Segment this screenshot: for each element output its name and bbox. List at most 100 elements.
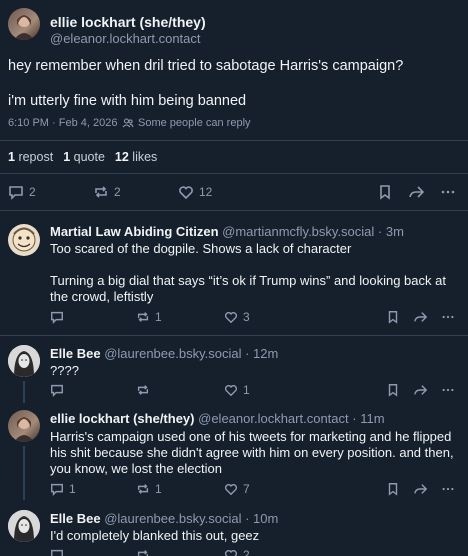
reply-3-line: you know, we lost the election xyxy=(50,461,222,476)
reply-setting: Some people can reply xyxy=(122,117,251,129)
main-display-name[interactable]: ellie lockhart (she/they) xyxy=(50,14,206,30)
reply-2-display-name[interactable]: Elle Bee xyxy=(50,346,101,361)
main-like-count: 12 xyxy=(199,185,213,199)
reply-1-line: Too scared of the dogpile. Shows a lack … xyxy=(50,241,352,256)
reply-2-like-count: 1 xyxy=(243,383,250,397)
reply-4-repost-button[interactable] xyxy=(136,548,155,556)
like-icon xyxy=(224,312,238,324)
reply-4-header: Elle Bee @laurenbee.bsky.social · 10m xyxy=(50,511,278,526)
reply-1-reply-button[interactable] xyxy=(50,310,69,324)
more-icon xyxy=(442,388,454,392)
reply-3-text: Harris's campaign used one of his tweets… xyxy=(50,429,462,477)
reposts-label: repost xyxy=(18,150,54,164)
reply-icon xyxy=(51,483,63,496)
likes-count: 12 xyxy=(114,150,129,164)
reply-4-handle[interactable]: @laurenbee.bsky.social xyxy=(104,511,241,526)
reply-3-avatar[interactable] xyxy=(8,410,40,442)
reply-3-repost-button[interactable]: 1 xyxy=(136,482,162,496)
reply-2-like-button[interactable]: 1 xyxy=(224,383,250,397)
reply-1-header: Martial Law Abiding Citizen @martianmcfl… xyxy=(50,224,404,239)
reply-4-avatar[interactable] xyxy=(8,510,40,542)
more-icon xyxy=(441,190,455,194)
repost-icon xyxy=(95,186,107,198)
more-icon xyxy=(442,315,454,319)
reply-4-like-button[interactable]: 2 xyxy=(224,548,250,556)
repost-icon xyxy=(137,385,149,395)
reply-2-avatar[interactable] xyxy=(8,345,40,377)
main-post-text-1: hey remember when dril tried to sabotage… xyxy=(8,58,404,74)
reply-1-display-name[interactable]: Martial Law Abiding Citizen xyxy=(50,224,219,239)
reply-1-more-button[interactable] xyxy=(441,310,455,324)
reply-3-bookmark-button[interactable] xyxy=(386,482,400,496)
bookmark-icon xyxy=(388,483,398,496)
reply-3-like-button[interactable]: 7 xyxy=(224,482,250,496)
reply-1-bookmark-button[interactable] xyxy=(386,310,400,324)
reply-2-header: Elle Bee @laurenbee.bsky.social · 12m xyxy=(50,346,278,361)
reply-2-share-button[interactable] xyxy=(413,383,428,397)
reply-icon xyxy=(51,311,63,324)
reply-3-handle[interactable]: @eleanor.lockhart.contact xyxy=(198,411,349,426)
divider-main-bottom xyxy=(0,210,468,211)
reply-2-handle[interactable]: @laurenbee.bsky.social xyxy=(104,346,241,361)
like-icon xyxy=(224,385,238,397)
reply-icon xyxy=(9,186,23,200)
reply-3-display-name[interactable]: ellie lockhart (she/they) xyxy=(50,411,195,426)
reply-1-time[interactable]: · 3m xyxy=(378,224,404,239)
divider-reply-1 xyxy=(0,335,468,336)
stats-row: 1 repost 1 quote 12 likes xyxy=(8,150,157,164)
share-icon xyxy=(409,186,425,198)
reply-2-repost-button[interactable] xyxy=(136,383,155,397)
reply-2-more-button[interactable] xyxy=(441,383,455,397)
reply-1-share-button[interactable] xyxy=(413,310,428,324)
reply-1-like-count: 3 xyxy=(243,310,250,324)
share-icon xyxy=(414,312,428,322)
reply-icon xyxy=(51,549,63,556)
reply-4-time[interactable]: · 10m xyxy=(245,511,278,526)
reply-1-avatar[interactable] xyxy=(8,224,40,256)
reply-3-reply-button[interactable]: 1 xyxy=(50,482,76,496)
main-repost-button[interactable]: 2 xyxy=(93,184,121,200)
main-repost-count: 2 xyxy=(114,185,121,199)
main-share-button[interactable] xyxy=(408,184,425,200)
reply-3-reply-count: 1 xyxy=(69,482,76,496)
reply-3-time[interactable]: · 11m xyxy=(352,411,384,426)
main-like-button[interactable]: 12 xyxy=(178,184,212,200)
like-icon xyxy=(224,484,238,496)
reply-3-share-button[interactable] xyxy=(413,482,428,496)
repost-icon xyxy=(137,484,149,494)
reply-1-repost-button[interactable]: 1 xyxy=(136,310,162,324)
share-icon xyxy=(414,385,428,395)
main-timestamp[interactable]: 6:10 PM · Feb 4, 2026 xyxy=(8,117,117,129)
reply-2-time[interactable]: · 12m xyxy=(245,346,278,361)
reply-3-more-button[interactable] xyxy=(441,482,455,496)
reply-1-repost-count: 1 xyxy=(155,310,162,324)
reply-1-line: Turning a big dial that says “it’s ok if… xyxy=(50,273,446,288)
reply-2-reply-button[interactable] xyxy=(50,383,69,397)
main-avatar[interactable] xyxy=(8,8,40,40)
avatar-sketch xyxy=(8,510,40,542)
reply-4-reply-button[interactable] xyxy=(50,548,69,556)
avatar-portrait xyxy=(14,417,34,442)
reply-4-display-name[interactable]: Elle Bee xyxy=(50,511,101,526)
reposts-stat[interactable]: 1 repost xyxy=(8,150,53,164)
main-bookmark-button[interactable] xyxy=(377,184,393,200)
reply-1-like-button[interactable]: 3 xyxy=(224,310,250,324)
reply-1-line xyxy=(50,257,460,273)
main-more-button[interactable] xyxy=(440,184,456,200)
reply-3-header: ellie lockhart (she/they) @eleanor.lockh… xyxy=(50,411,385,426)
reply-2-bookmark-button[interactable] xyxy=(386,383,400,397)
main-handle[interactable]: @eleanor.lockhart.contact xyxy=(50,31,201,46)
bookmark-icon xyxy=(388,384,398,397)
thread-line xyxy=(23,446,25,500)
reply-1-handle[interactable]: @martianmcfly.bsky.social xyxy=(222,224,374,239)
main-reply-button[interactable]: 2 xyxy=(8,184,36,200)
like-icon xyxy=(224,550,238,556)
repost-icon xyxy=(137,550,149,556)
main-reply-count: 2 xyxy=(29,185,36,199)
quotes-stat[interactable]: 1 quote xyxy=(63,150,105,164)
avatar-portrait xyxy=(14,15,34,40)
likes-stat[interactable]: 12 likes xyxy=(115,150,157,164)
avatar-cartoon xyxy=(12,227,36,252)
avatar-sketch xyxy=(8,345,40,377)
reply-icon xyxy=(51,384,63,397)
